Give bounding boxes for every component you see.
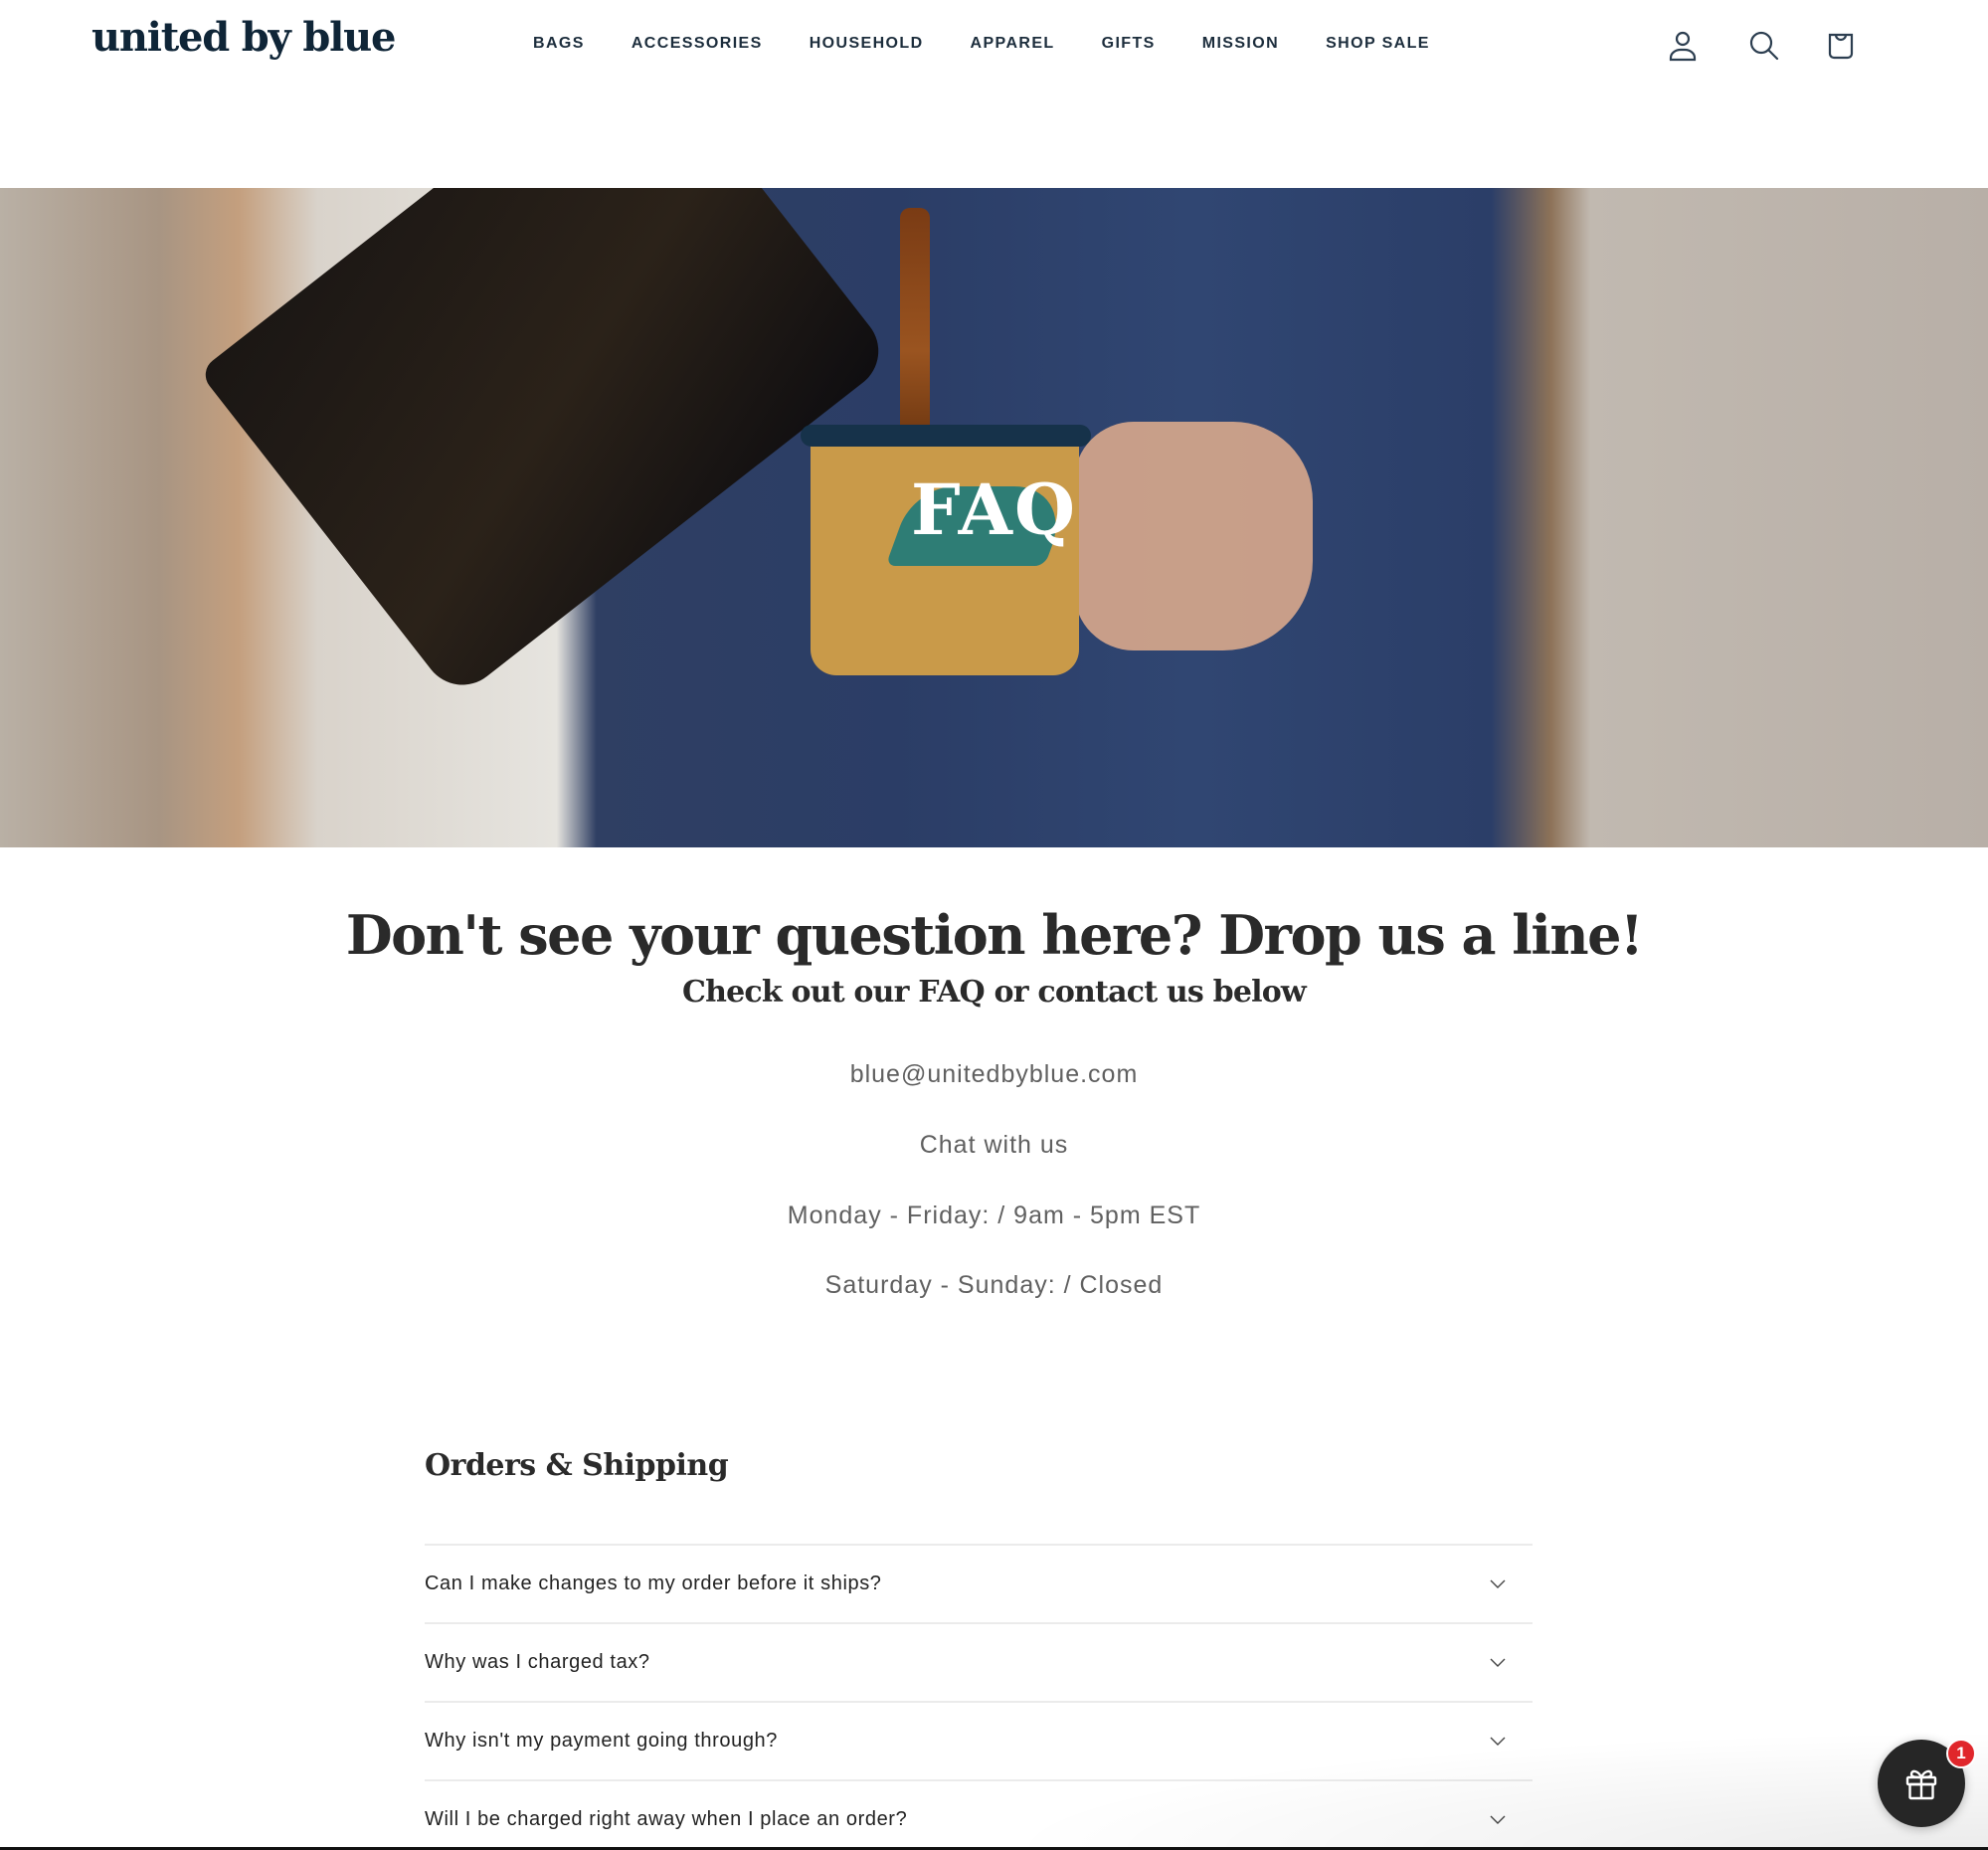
nav-item-bags[interactable]: BAGS [533,35,585,53]
faq-question: Can I make changes to my order before it… [425,1572,882,1594]
weekday-hours: Monday - Friday: / 9am - 5pm EST [787,1202,1201,1229]
faq-section-title: Orders & Shipping [425,1448,729,1483]
faq-item[interactable]: Why isn't my payment going through? [425,1701,1533,1779]
nav-item-apparel[interactable]: APPAREL [971,35,1055,53]
nav-item-household[interactable]: HOUSEHOLD [810,35,924,53]
cart-icon [1828,33,1854,60]
hero-image-french-press [198,188,895,701]
header-icons [1663,26,1861,66]
hero-title: FAQ [911,468,1077,551]
nav-item-mission[interactable]: MISSION [1202,35,1279,53]
contact-email-row: blue@unitedbyblue.com [0,1060,1988,1089]
contact-email-link[interactable]: blue@unitedbyblue.com [850,1060,1139,1088]
main-nav: BAGS ACCESSORIES HOUSEHOLD APPAREL GIFTS… [533,35,1430,53]
contact-subheading: Check out our FAQ or contact us below [682,975,1307,1010]
cart-button[interactable] [1821,26,1861,66]
chevron-down-icon [1489,1654,1507,1672]
contact-heading: Don't see your question here? Drop us a … [345,903,1644,967]
account-icon [1669,31,1697,62]
search-icon [1749,31,1779,61]
faq-question: Will I be charged right away when I plac… [425,1808,908,1830]
notification-badge: 1 [1946,1739,1976,1768]
faq-question: Why was I charged tax? [425,1651,650,1673]
nav-item-shop-sale[interactable]: SHOP SALE [1326,35,1430,53]
faq-question: Why isn't my payment going through? [425,1730,778,1752]
faq-item[interactable]: Can I make changes to my order before it… [425,1544,1533,1622]
chat-with-us-link[interactable]: Chat with us [920,1131,1069,1159]
search-button[interactable] [1744,26,1784,66]
chevron-down-icon [1489,1811,1507,1829]
site-header: united by blue BAGS ACCESSORIES HOUSEHOL… [0,0,1988,188]
contact-chat-row: Chat with us [0,1131,1988,1160]
gift-icon [1905,1769,1937,1800]
hero-image-coffee-pour [900,208,930,447]
hero-image-mug-rim [801,425,1091,447]
chevron-down-icon [1489,1733,1507,1751]
weekend-hours: Saturday - Sunday: / Closed [824,1271,1164,1299]
logo[interactable]: united by blue [91,14,396,61]
faq-item[interactable]: Will I be charged right away when I plac… [425,1779,1533,1850]
hero-banner: FAQ [0,188,1988,847]
faq-accordion: Can I make changes to my order before it… [425,1544,1533,1850]
faq-item[interactable]: Why was I charged tax? [425,1622,1533,1701]
account-button[interactable] [1663,26,1703,66]
chevron-down-icon [1489,1575,1507,1593]
nav-item-accessories[interactable]: ACCESSORIES [632,35,763,53]
nav-item-gifts[interactable]: GIFTS [1102,35,1156,53]
